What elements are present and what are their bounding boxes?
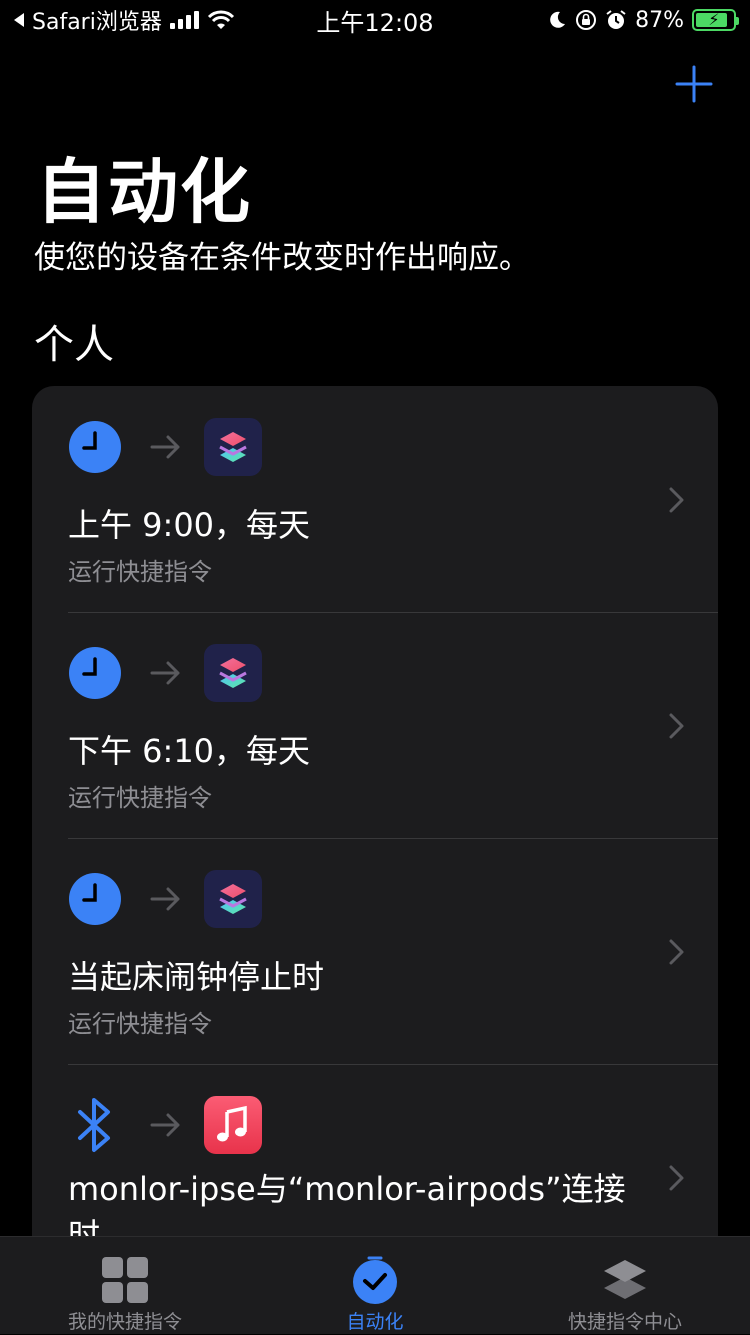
- clock-icon: [69, 647, 121, 699]
- wifi-icon: [207, 10, 234, 29]
- tab-label: 我的快捷指令: [67, 1311, 182, 1333]
- page-title: 自动化: [36, 151, 252, 233]
- chevron-right-icon: [669, 713, 684, 739]
- automation-list: 上午 9:00，每天 运行快捷指令 下午 6:10，每天 运行快捷指令 当起床闹…: [32, 386, 718, 1286]
- tab-my-shortcuts[interactable]: 我的快捷指令: [0, 1237, 250, 1335]
- status-left: Safari浏览器: [12, 4, 235, 36]
- section-title-personal: 个人: [34, 322, 114, 368]
- tab-label: 快捷指令中心: [567, 1311, 682, 1333]
- add-automation-button[interactable]: [674, 64, 714, 104]
- page-subtitle: 使您的设备在条件改变时作出响应。: [34, 240, 530, 276]
- clock-icon: [69, 421, 121, 473]
- automation-subtitle: 运行快捷指令: [68, 784, 212, 812]
- status-right: 87% ⚡: [547, 7, 739, 33]
- arrow-right-icon: [150, 887, 180, 911]
- automation-title: 当起床闹钟停止时: [68, 958, 325, 996]
- grid-icon: [102, 1257, 148, 1303]
- chevron-right-icon: [669, 1165, 684, 1191]
- clock-icon: [69, 873, 121, 925]
- battery-percent: 87%: [635, 7, 684, 33]
- back-app-label: Safari浏览器: [32, 10, 162, 35]
- music-icon: [204, 1096, 262, 1154]
- shortcuts-icon: [204, 418, 262, 476]
- automation-title: 上午 9:00，每天: [68, 506, 311, 544]
- automation-icons: [68, 1096, 262, 1154]
- automation-subtitle: 运行快捷指令: [68, 558, 212, 586]
- arrow-right-icon: [150, 661, 180, 685]
- status-bar: Safari浏览器 上午12:08 87% ⚡: [0, 0, 750, 40]
- automation-row[interactable]: 下午 6:10，每天 运行快捷指令: [32, 612, 718, 838]
- automation-title: 下午 6:10，每天: [68, 732, 311, 770]
- shortcuts-icon: [204, 644, 262, 702]
- battery-icon: ⚡: [692, 9, 739, 31]
- automation-row[interactable]: 当起床闹钟停止时 运行快捷指令: [32, 838, 718, 1064]
- alarm-icon: [606, 10, 626, 29]
- back-to-app-button[interactable]: Safari浏览器: [12, 4, 162, 36]
- shortcuts-icon: [204, 870, 262, 928]
- automation-subtitle: 运行快捷指令: [68, 1010, 212, 1038]
- tab-bar: 我的快捷指令 自动化 快捷指令中心: [0, 1236, 750, 1334]
- back-triangle-icon: [14, 13, 24, 27]
- layers-icon: [604, 1260, 646, 1299]
- cellular-signal-icon: [169, 11, 199, 29]
- arrow-right-icon: [150, 435, 180, 459]
- tab-label: 自动化: [346, 1311, 404, 1333]
- chevron-right-icon: [669, 939, 684, 965]
- automation-check-icon: [353, 1256, 397, 1304]
- automation-icons: [68, 644, 262, 702]
- orientation-lock-icon: [576, 10, 597, 30]
- tab-gallery[interactable]: 快捷指令中心: [500, 1237, 750, 1335]
- charging-bolt-icon: ⚡: [708, 10, 720, 29]
- chevron-right-icon: [669, 487, 684, 513]
- tab-automation[interactable]: 自动化: [250, 1237, 500, 1335]
- automation-icons: [68, 418, 262, 476]
- moon-icon: [550, 11, 566, 28]
- arrow-right-icon: [150, 1113, 180, 1137]
- bluetooth-icon: [78, 1098, 110, 1152]
- automation-icons: [68, 870, 262, 928]
- automation-row[interactable]: 上午 9:00，每天 运行快捷指令: [32, 386, 718, 612]
